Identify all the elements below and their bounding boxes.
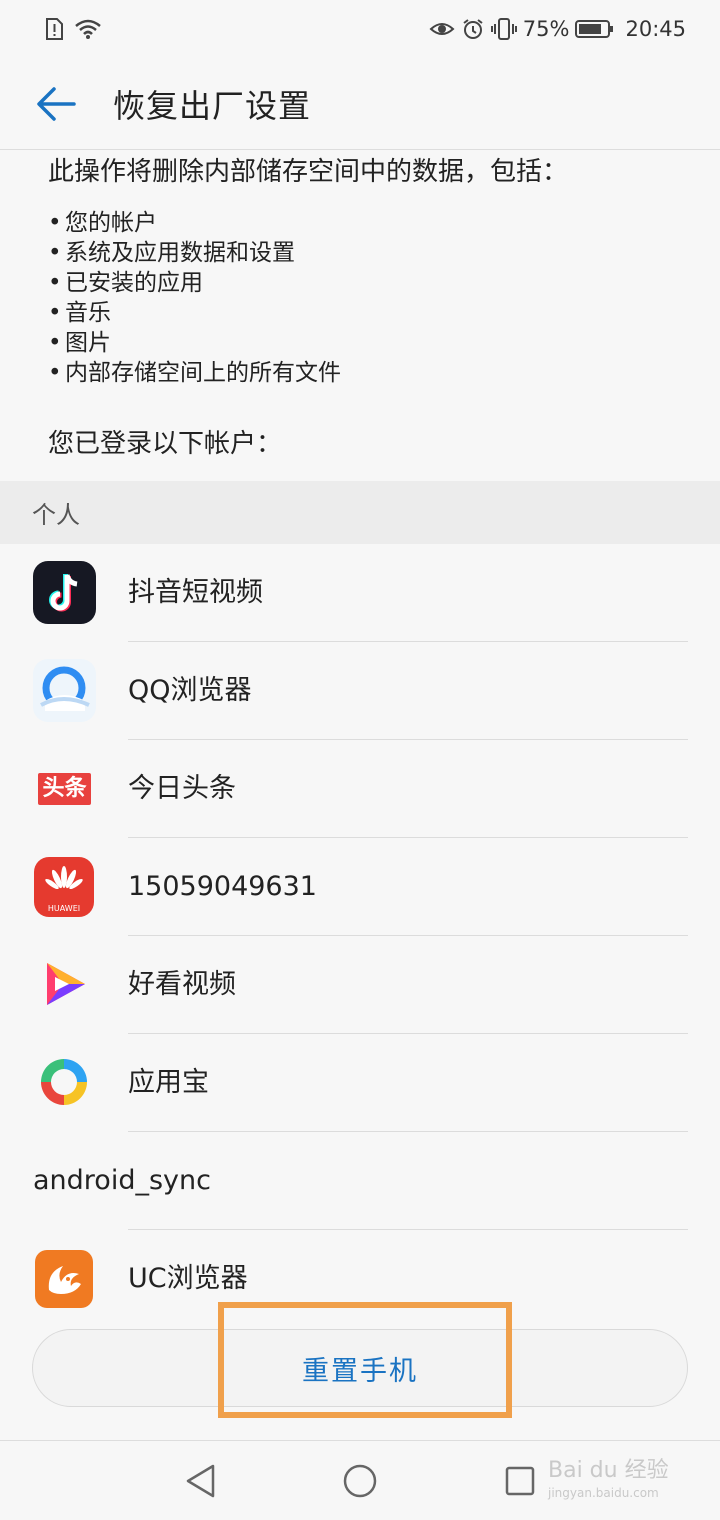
nav-recents-button[interactable] <box>500 1461 540 1501</box>
triangle-back-icon <box>186 1464 215 1498</box>
toutiao-icon: 头条 <box>33 757 96 820</box>
account-label: UC浏览器 <box>128 1263 248 1294</box>
divider <box>0 149 720 150</box>
bullet-item: • 图片 <box>48 330 111 356</box>
uc-browser-icon <box>35 1250 93 1308</box>
page-title: 恢复出厂设置 <box>113 87 312 125</box>
baidu-watermark: Bai du 经验 jingyan.baidu.com <box>548 1452 698 1507</box>
eye-comfort-icon <box>429 19 455 39</box>
status-right: 75% 20:45 <box>429 17 686 41</box>
account-list: 抖音短视频 QQ浏览器 头条 今日头条 HUAWEI 15059049631 好… <box>0 544 720 1328</box>
logged-in-label: 您已登录以下帐户： <box>48 429 283 459</box>
reset-phone-label: 重置手机 <box>302 1355 418 1387</box>
app-bar: 恢复出厂设置 <box>0 58 720 150</box>
haokan-icon <box>33 953 96 1016</box>
intro-text: 此操作将删除内部储存空间中的数据，包括： <box>48 157 569 187</box>
account-label: 好看视频 <box>128 969 236 1000</box>
vibrate-icon <box>490 17 517 41</box>
bullet-item: • 已安装的应用 <box>48 270 203 296</box>
section-header-personal: 个人 <box>0 481 720 544</box>
nav-back-button[interactable] <box>180 1461 220 1501</box>
account-row-douyin[interactable]: 抖音短视频 <box>0 544 720 642</box>
watermark-text: Bai du 经验 <box>548 1458 669 1483</box>
qq-browser-icon <box>33 659 96 722</box>
sim-alert-icon <box>44 17 64 41</box>
reset-phone-button[interactable]: 重置手机 <box>32 1329 688 1407</box>
battery-icon <box>575 19 615 39</box>
account-label: android_sync <box>33 1165 211 1196</box>
account-row-android-sync[interactable]: android_sync <box>0 1132 720 1230</box>
account-label: 今日头条 <box>128 773 236 804</box>
circle-home-icon <box>343 1464 377 1498</box>
square-recents-icon <box>505 1466 535 1496</box>
watermark-url: jingyan.baidu.com <box>548 1486 659 1500</box>
bullet-item: • 您的帐户 <box>48 210 157 236</box>
account-row-haokan[interactable]: 好看视频 <box>0 936 720 1034</box>
status-time: 20:45 <box>625 17 686 41</box>
huawei-icon: HUAWEI <box>34 857 94 917</box>
battery-percent: 75% <box>522 17 570 41</box>
account-label: 应用宝 <box>128 1067 209 1098</box>
status-left <box>44 17 102 41</box>
account-label: 15059049631 <box>128 871 317 902</box>
account-row-uc-browser[interactable]: UC浏览器 <box>0 1230 720 1328</box>
douyin-icon <box>33 561 96 624</box>
data-bullet-list: • 您的帐户 • 系统及应用数据和设置 • 已安装的应用 • 音乐 • 图片 • 内部存储空… <box>48 208 688 388</box>
account-row-huawei[interactable]: HUAWEI 15059049631 <box>0 838 720 936</box>
yingyongbao-icon <box>33 1051 96 1114</box>
nav-home-button[interactable] <box>340 1461 380 1501</box>
bullet-item: • 系统及应用数据和设置 <box>48 240 295 266</box>
account-label: QQ浏览器 <box>128 675 252 706</box>
account-label: 抖音短视频 <box>128 577 263 608</box>
bullet-item: • 内部存储空间上的所有文件 <box>48 360 341 386</box>
back-button[interactable] <box>28 76 84 132</box>
wifi-icon <box>74 18 102 40</box>
huawei-icon-text: HUAWEI <box>47 904 81 913</box>
account-row-qq-browser[interactable]: QQ浏览器 <box>0 642 720 740</box>
bullet-item: • 音乐 <box>48 300 111 326</box>
account-row-yingyongbao[interactable]: 应用宝 <box>0 1034 720 1132</box>
account-row-toutiao[interactable]: 头条 今日头条 <box>0 740 720 838</box>
back-arrow-icon <box>37 87 76 121</box>
alarm-icon <box>461 17 485 41</box>
toutiao-icon-text: 头条 <box>38 772 91 805</box>
status-bar: 75% 20:45 <box>0 0 720 58</box>
